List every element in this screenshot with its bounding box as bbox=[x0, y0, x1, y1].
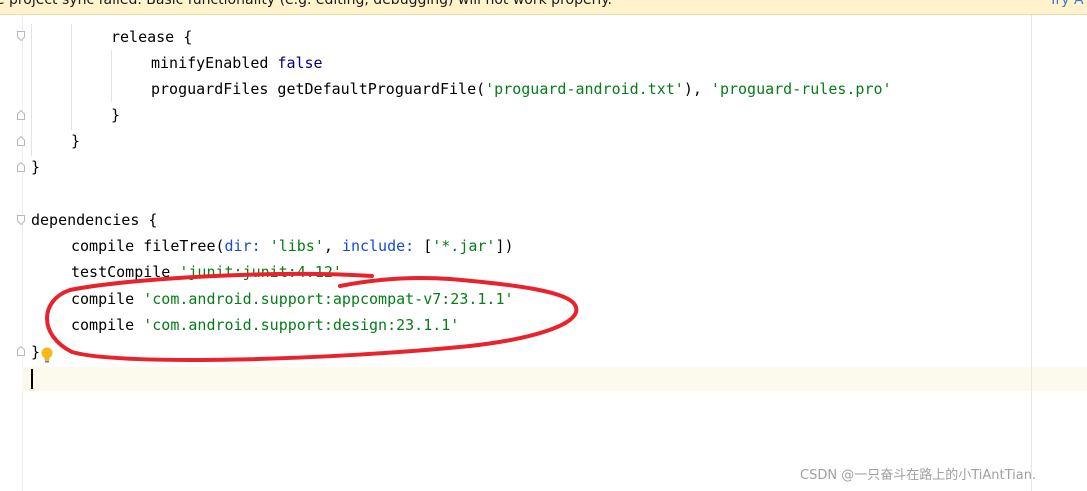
fold-marker-icon[interactable] bbox=[17, 215, 25, 225]
code-call: proguardFiles getDefaultProguardFile( bbox=[151, 80, 486, 98]
code-string: '*.jar' bbox=[432, 237, 496, 255]
code-line[interactable]: testCompile 'junit:junit:4.12' bbox=[71, 259, 342, 285]
fold-marker-icon[interactable] bbox=[17, 110, 25, 120]
text-caret bbox=[31, 369, 33, 389]
code-brace: { bbox=[139, 211, 158, 229]
code-line[interactable]: } bbox=[111, 102, 120, 128]
right-margin-guide bbox=[1031, 15, 1032, 491]
code-line[interactable]: compile 'com.android.support:design:23.1… bbox=[71, 312, 459, 338]
code-line[interactable]: } bbox=[71, 128, 80, 154]
fold-marker-icon[interactable] bbox=[17, 31, 25, 41]
fold-marker-icon[interactable] bbox=[17, 136, 25, 146]
code-boolean: false bbox=[277, 54, 323, 72]
code-string: 'libs' bbox=[269, 237, 324, 255]
code-line[interactable]: compile fileTree(dir: 'libs', include: [… bbox=[71, 233, 514, 259]
code-line[interactable]: compile 'com.android.support:appcompat-v… bbox=[71, 286, 514, 312]
banner-message: le project sync failed. Basic functional… bbox=[0, 0, 612, 8]
code-call: compile fileTree( bbox=[71, 237, 225, 255]
code-named-arg: dir: bbox=[224, 237, 261, 255]
code-string: 'proguard-rules.pro' bbox=[710, 80, 892, 98]
code-brace: } bbox=[71, 132, 81, 150]
fold-marker-icon[interactable] bbox=[17, 162, 25, 172]
code-brace: } bbox=[31, 343, 41, 361]
lightbulb-icon[interactable] bbox=[40, 347, 54, 363]
sync-failed-banner: le project sync failed. Basic functional… bbox=[0, 0, 1087, 15]
indent-guide bbox=[31, 24, 32, 156]
code-block-name: dependencies bbox=[31, 211, 140, 229]
try-again-link[interactable]: Try A bbox=[1049, 0, 1084, 8]
fold-marker-icon[interactable] bbox=[17, 346, 25, 356]
code-string: 'proguard-android.txt' bbox=[485, 80, 684, 98]
code-line[interactable]: release { bbox=[111, 24, 192, 50]
current-line-highlight bbox=[22, 367, 1087, 391]
code-line[interactable]: } bbox=[31, 339, 40, 365]
code-separator: [ bbox=[414, 237, 433, 255]
code-keyword: release bbox=[111, 28, 175, 46]
code-string: 'com.android.support:design:23.1.1' bbox=[143, 316, 460, 334]
code-line[interactable]: } bbox=[31, 154, 40, 180]
code-call: compile bbox=[71, 316, 144, 334]
code-named-arg: include: bbox=[341, 237, 415, 255]
code-call: testCompile bbox=[71, 263, 180, 281]
code-brace: { bbox=[174, 28, 193, 46]
indent-guide bbox=[71, 24, 72, 130]
indent-guide bbox=[111, 50, 112, 102]
code-separator: ), bbox=[683, 80, 711, 98]
code-string: 'junit:junit:4.12' bbox=[179, 263, 342, 281]
code-separator: ]) bbox=[495, 237, 514, 255]
code-string: 'com.android.support:appcompat-v7:23.1.1… bbox=[143, 290, 514, 308]
code-brace: } bbox=[31, 158, 41, 176]
code-brace: } bbox=[111, 106, 121, 124]
code-line[interactable]: proguardFiles getDefaultProguardFile('pr… bbox=[151, 76, 892, 102]
editor-gutter bbox=[0, 15, 23, 491]
code-property: minifyEnabled bbox=[151, 54, 269, 72]
code-call: compile bbox=[71, 290, 144, 308]
code-line[interactable]: minifyEnabled false bbox=[151, 50, 323, 76]
code-line[interactable]: dependencies { bbox=[31, 207, 157, 233]
code-separator: , bbox=[323, 237, 342, 255]
csdn-watermark: CSDN @一只奋斗在路上的小TiAntTian. bbox=[800, 468, 1037, 483]
